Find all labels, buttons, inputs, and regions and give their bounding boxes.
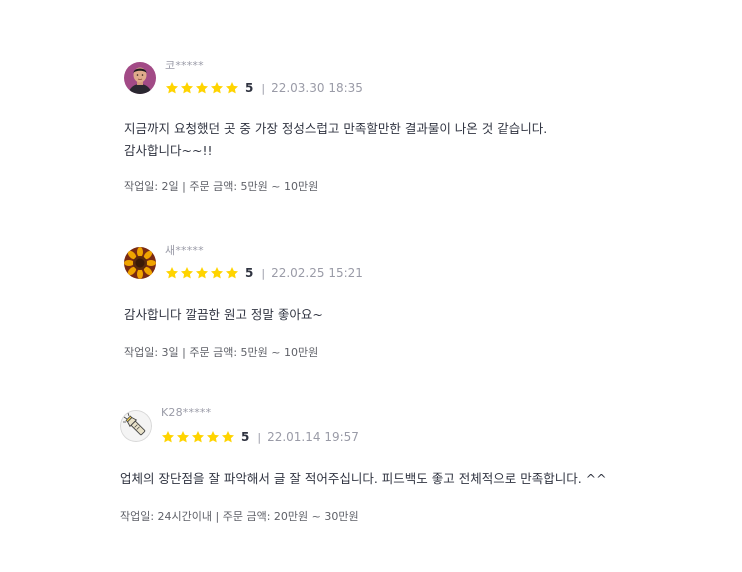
flashlight-avatar-icon (120, 410, 152, 442)
reviewer-avatar (124, 247, 156, 279)
person-avatar-icon (124, 62, 156, 94)
rating-row: 5 | 22.01.14 19:57 (161, 429, 359, 445)
review-text: 업체의 장단점을 잘 파악해서 글 잘 적어주십니다. 피드백도 좋고 전체적으… (120, 468, 607, 490)
reviewer-name: K28***** (161, 406, 212, 419)
order-meta: 작업일: 2일 | 주문 금액: 5만원 ~ 10만원 (124, 180, 319, 193)
review-text-line: 감사합니다 깔끔한 원고 정말 좋아요~ (124, 307, 323, 322)
reviewer-name: 코***** (165, 59, 204, 72)
review-text-line: 업체의 장단점을 잘 파악해서 글 잘 적어주십니다. 피드백도 좋고 전체적으… (120, 471, 607, 486)
review-date: 22.02.25 15:21 (271, 266, 363, 280)
star-icon (225, 82, 239, 94)
review-date: 22.03.30 18:35 (271, 81, 363, 95)
divider: | (257, 430, 262, 444)
rating-score: 5 (245, 266, 254, 280)
review-text: 감사합니다 깔끔한 원고 정말 좋아요~ (124, 304, 323, 326)
star-icon (161, 431, 175, 443)
rating-score: 5 (241, 430, 250, 444)
star-icon (210, 82, 224, 94)
divider: | (261, 81, 266, 95)
sunflower-avatar-icon (124, 247, 156, 279)
star-rating (165, 266, 240, 280)
divider: | (261, 266, 266, 280)
star-rating (161, 430, 236, 444)
review-text: 지금까지 요청했던 곳 중 가장 정성스럽고 만족할만한 결과물이 나온 것 같… (124, 118, 547, 162)
reviewer-avatar (124, 62, 156, 94)
reviewer-name: 새***** (165, 244, 204, 257)
star-icon (210, 267, 224, 279)
star-icon (176, 431, 190, 443)
star-icon (180, 82, 194, 94)
review-text-line: 감사합니다~~!! (124, 143, 213, 158)
order-meta: 작업일: 3일 | 주문 금액: 5만원 ~ 10만원 (124, 346, 319, 359)
star-icon (180, 267, 194, 279)
star-icon (165, 82, 179, 94)
star-rating (165, 81, 240, 95)
star-icon (195, 82, 209, 94)
star-icon (165, 267, 179, 279)
star-icon (191, 431, 205, 443)
rating-row: 5 | 22.02.25 15:21 (165, 265, 363, 281)
rating-score: 5 (245, 81, 254, 95)
reviewer-avatar (120, 410, 152, 442)
star-icon (206, 431, 220, 443)
review-date: 22.01.14 19:57 (267, 430, 359, 444)
star-icon (195, 267, 209, 279)
star-icon (221, 431, 235, 443)
review-text-line: 지금까지 요청했던 곳 중 가장 정성스럽고 만족할만한 결과물이 나온 것 같… (124, 121, 548, 136)
star-icon (225, 267, 239, 279)
rating-row: 5 | 22.03.30 18:35 (165, 80, 363, 96)
order-meta: 작업일: 24시간이내 | 주문 금액: 20만원 ~ 30만원 (120, 510, 359, 523)
